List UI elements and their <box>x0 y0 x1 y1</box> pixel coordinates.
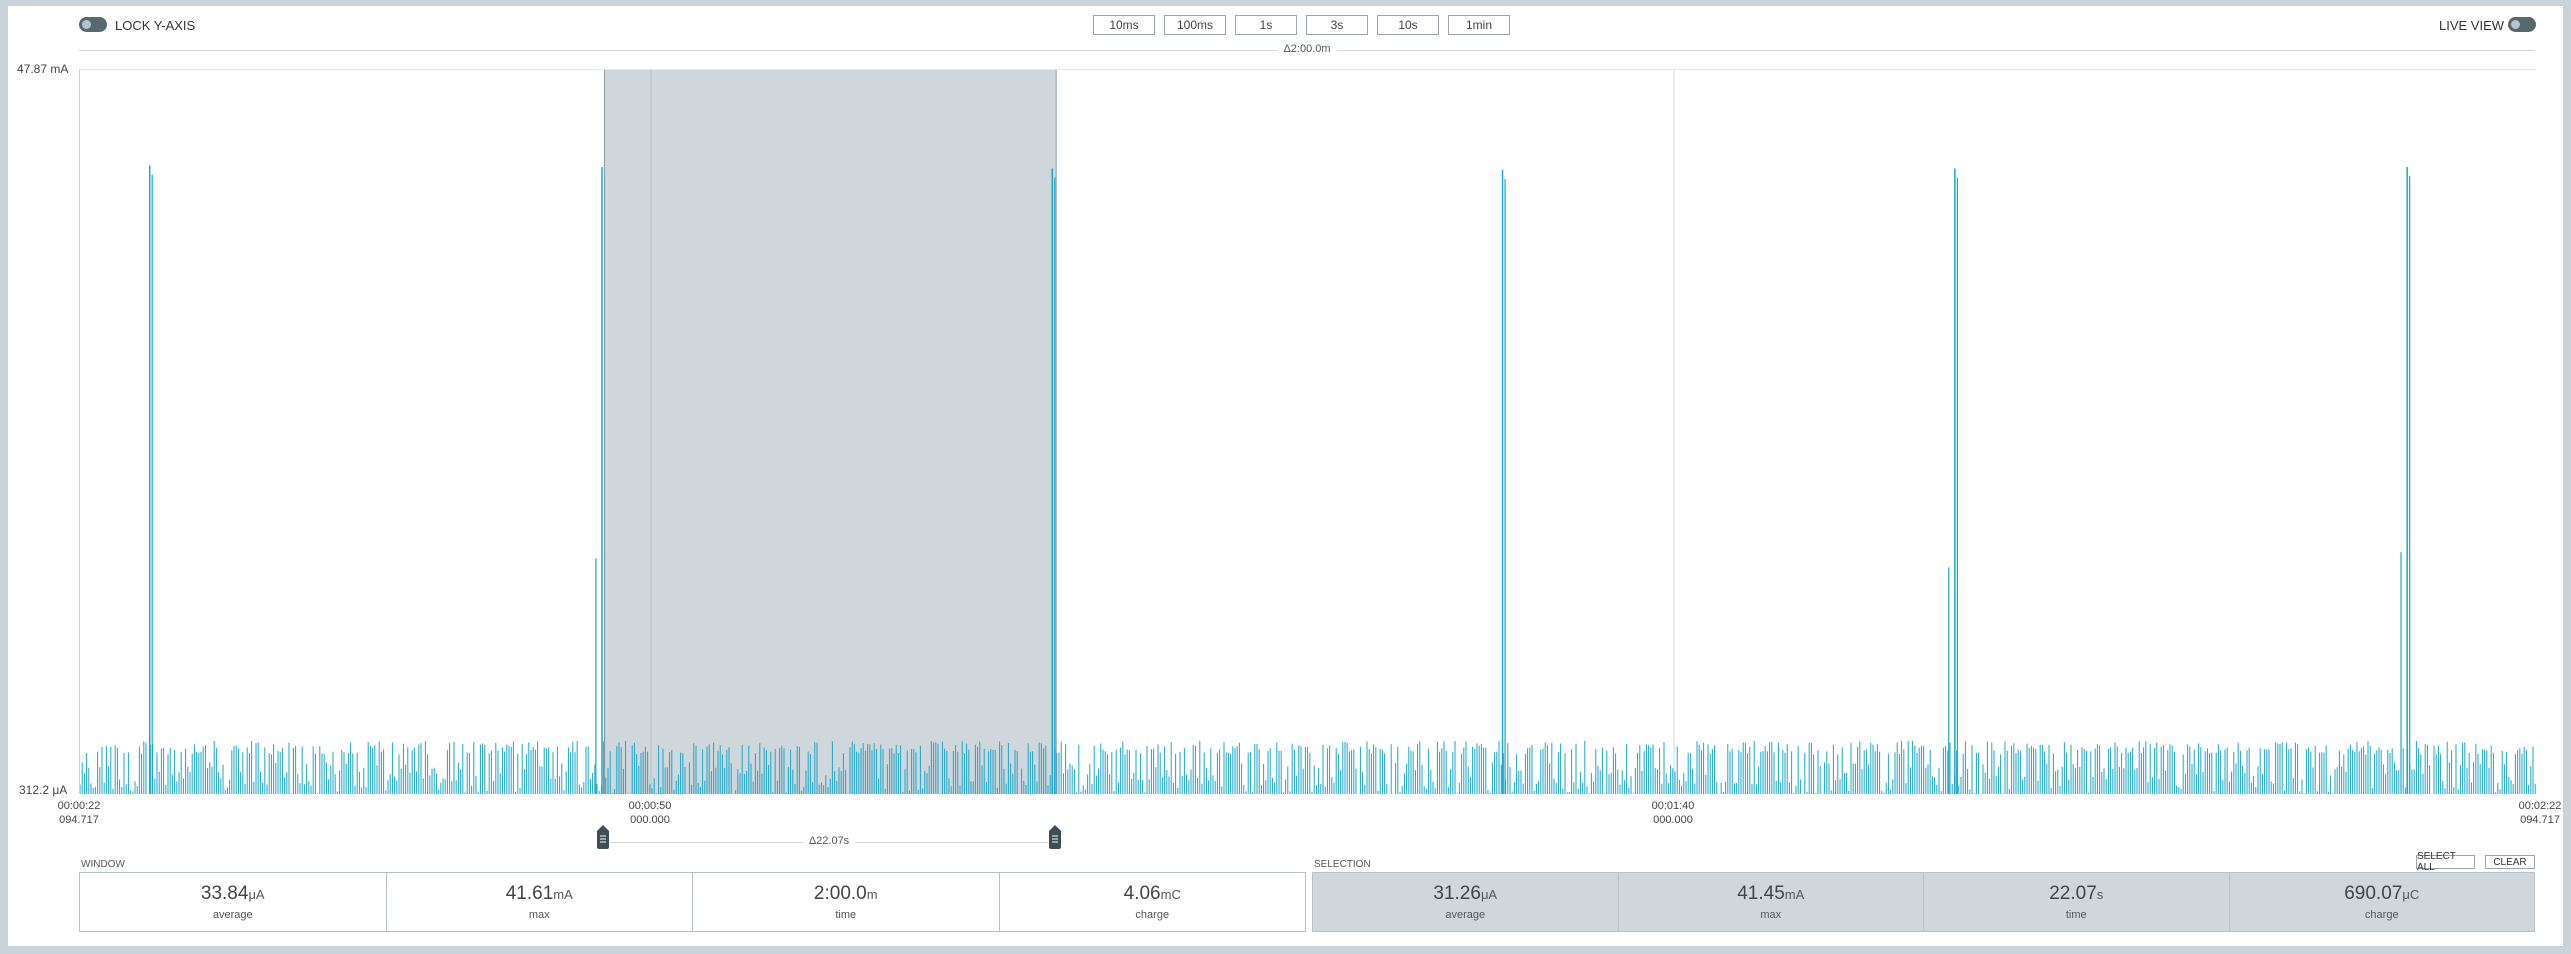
zoom-1s-button[interactable]: 1s <box>1235 15 1297 35</box>
time-label-end-sub: 094.717 <box>2520 814 2560 826</box>
stat-number: 22.07 <box>2049 883 2097 904</box>
window-max-stat: 41.61mA max <box>387 873 693 931</box>
power-profiler-window: LOCK Y-AXIS 10ms 100ms 1s 3s 10s 1min LI… <box>8 6 2563 946</box>
stat-unit: μA <box>1480 887 1498 902</box>
stat-value: 22.07s <box>2049 883 2103 905</box>
stat-value: 690.07μC <box>2344 883 2419 905</box>
window-stats: 33.84μA average 41.61mA max 2:00.0m time… <box>79 872 1306 932</box>
zoom-3s-button[interactable]: 3s <box>1306 15 1368 35</box>
stat-number: 4.06 <box>1123 883 1161 904</box>
live-view-toggle[interactable] <box>2508 17 2536 32</box>
selection-charge-stat: 690.07μC charge <box>2230 873 2535 931</box>
stat-value: 2:00.0m <box>814 883 878 905</box>
time-label-start: 00:00:22 094.717 <box>58 799 101 827</box>
y-axis-max-label: 47.87 mA <box>17 62 69 76</box>
stat-value: 4.06mC <box>1124 883 1181 905</box>
stat-unit: μA <box>248 887 265 902</box>
stat-number: 690.07 <box>2344 883 2403 904</box>
stat-number: 2:00.0 <box>813 883 867 904</box>
stat-label: time <box>835 909 857 921</box>
stat-number: 31.26 <box>1433 883 1481 904</box>
y-axis-min-label: 312.2 μA <box>19 783 68 797</box>
zoom-100ms-button[interactable]: 100ms <box>1164 15 1226 35</box>
window-average-stat: 33.84μA average <box>80 873 387 931</box>
stat-value: 31.26μA <box>1433 883 1497 905</box>
stat-label: max <box>528 909 550 921</box>
time-label-00-01-40: 00:01:40 000.000 <box>1652 799 1695 827</box>
clear-selection-button[interactable]: CLEAR <box>2485 855 2535 869</box>
toggle-knob <box>82 20 91 29</box>
selection-end-handle-icon[interactable] <box>1048 825 1062 849</box>
stat-number: 33.84 <box>200 883 249 904</box>
spike-group <box>148 165 2411 794</box>
lock-y-axis-toggle[interactable] <box>79 17 107 32</box>
stat-value: 41.45mA <box>1737 883 1804 905</box>
stat-unit: mC <box>1160 887 1181 902</box>
stat-label: time <box>2065 909 2087 921</box>
selection-stats-title: SELECTION <box>1314 859 1371 870</box>
select-all-button[interactable]: SELECT ALL <box>2416 851 2475 873</box>
window-charge-stat: 4.06mC charge <box>1000 873 1306 931</box>
stat-value: 33.84μA <box>201 883 265 905</box>
selection-start-handle-icon[interactable] <box>596 825 610 849</box>
current-chart[interactable] <box>79 69 2536 794</box>
stat-number: 41.61 <box>505 883 554 904</box>
stat-value: 41.61mA <box>506 883 573 905</box>
stat-number: 41.45 <box>1737 883 1785 904</box>
time-label-end-time: 00:02:22 <box>2518 800 2562 812</box>
live-view-label: LIVE VIEW <box>2439 18 2505 33</box>
window-time-stat: 2:00.0m time <box>693 873 1000 931</box>
window-span-label: Δ2:00.0m <box>1277 43 1337 55</box>
stat-label: charge <box>1135 909 1170 921</box>
zoom-1min-button[interactable]: 1min <box>1448 15 1510 35</box>
zoom-10ms-button[interactable]: 10ms <box>1093 15 1155 35</box>
selection-max-stat: 41.45mA max <box>1619 873 1924 931</box>
time-label-start-time: 00:00:22 <box>57 800 101 812</box>
stat-unit: μC <box>2402 887 2420 902</box>
selection-region[interactable] <box>604 70 1057 794</box>
stat-label: max <box>1760 909 1782 921</box>
zoom-10s-button[interactable]: 10s <box>1377 15 1439 35</box>
stat-unit: s <box>2096 887 2104 902</box>
lock-y-axis-label: LOCK Y-AXIS <box>115 18 196 33</box>
window-stats-title: WINDOW <box>81 859 125 870</box>
stat-label: average <box>212 909 253 921</box>
stat-unit: mA <box>553 887 573 902</box>
time-label-sub: 000.000 <box>1653 814 1693 826</box>
stat-unit: m <box>866 887 878 902</box>
toggle-knob <box>2511 20 2520 29</box>
time-label-time: 00:00:50 <box>628 800 672 812</box>
time-label-00-00-50: 00:00:50 000.000 <box>629 799 672 827</box>
baseline-trace <box>80 740 2536 794</box>
current-chart-svg <box>80 70 2536 794</box>
selection-span-label: Δ22.07s <box>802 835 856 847</box>
selection-time-stat: 22.07s time <box>1924 873 2230 931</box>
time-label-start-sub: 094.717 <box>59 814 99 826</box>
time-label-time: 00:01:40 <box>1651 800 1695 812</box>
selection-average-stat: 31.26μA average <box>1313 873 1619 931</box>
stat-unit: mA <box>1784 887 1805 902</box>
time-label-sub: 000.000 <box>630 814 670 826</box>
stat-label: average <box>1445 909 1486 921</box>
stat-label: charge <box>2364 909 2399 921</box>
time-label-end: 00:02:22 094.717 <box>2519 799 2562 827</box>
selection-stats: 31.26μA average 41.45mA max 22.07s time … <box>1312 872 2535 932</box>
